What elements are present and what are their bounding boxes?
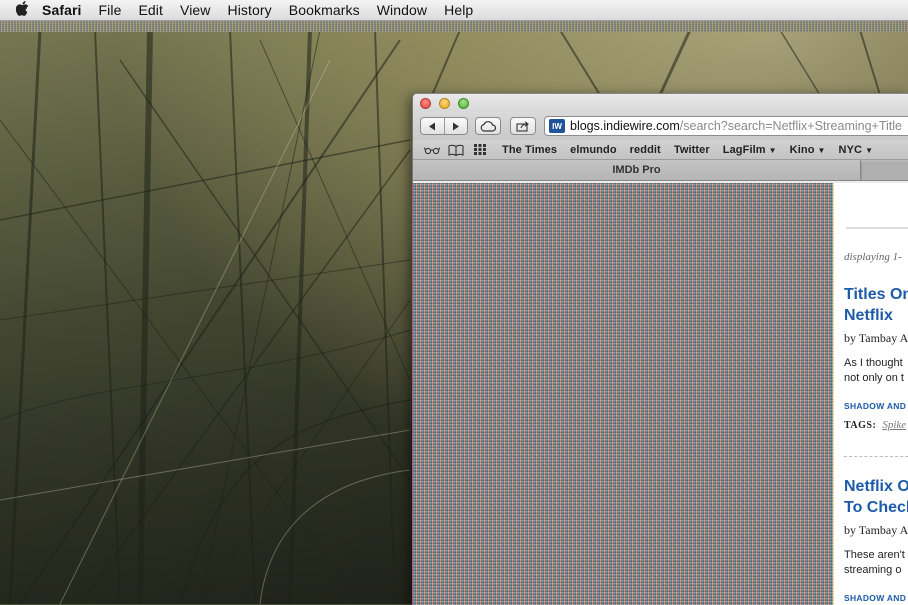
post-title-line2[interactable]: To Check bbox=[844, 497, 908, 518]
post-byline: by Tambay A bbox=[844, 331, 908, 345]
bookmark-elmundo[interactable]: elmundo bbox=[570, 144, 617, 156]
tag-link[interactable]: Spike bbox=[882, 419, 906, 431]
divider bbox=[846, 227, 908, 229]
tab-imdb-pro[interactable]: IMDb Pro bbox=[413, 160, 861, 180]
back-forward-group bbox=[420, 117, 468, 135]
search-results-column: displaying 1- Titles On Netflix by Tamba… bbox=[833, 183, 908, 605]
close-button[interactable] bbox=[420, 98, 431, 109]
menu-view[interactable]: View bbox=[180, 2, 211, 18]
cloud-icon bbox=[480, 120, 496, 132]
chevron-down-icon: ▼ bbox=[865, 145, 874, 155]
post-byline: by Tambay A bbox=[844, 523, 908, 537]
window-titlebar[interactable] bbox=[413, 94, 908, 112]
back-arrow-icon bbox=[429, 122, 436, 130]
tags-label: TAGS: bbox=[844, 420, 877, 431]
post-excerpt-line2: streaming o bbox=[844, 564, 902, 576]
browser-toolbar: IW blogs.indiewire.com/search?search=Net… bbox=[413, 112, 908, 140]
chevron-down-icon: ▼ bbox=[817, 145, 826, 155]
corrupted-image-region bbox=[413, 183, 833, 605]
bookmark-folder-kino[interactable]: Kino ▼ bbox=[790, 144, 826, 156]
post-category[interactable]: SHADOW AND bbox=[844, 401, 906, 411]
address-bar[interactable]: IW blogs.indiewire.com/search?search=Net… bbox=[544, 116, 908, 136]
post-category[interactable]: SHADOW AND bbox=[844, 593, 906, 603]
top-sites-icon[interactable] bbox=[471, 144, 489, 155]
web-content: displaying 1- Titles On Netflix by Tamba… bbox=[413, 183, 908, 605]
post-divider bbox=[844, 456, 908, 457]
results-count-label: displaying 1- bbox=[844, 251, 902, 263]
share-button[interactable] bbox=[510, 117, 536, 135]
post-excerpt-line1: These aren't bbox=[844, 549, 905, 561]
menu-window[interactable]: Window bbox=[377, 2, 427, 18]
menu-app-name[interactable]: Safari bbox=[42, 2, 82, 18]
bookmark-the-times[interactable]: The Times bbox=[502, 144, 557, 156]
bookmarks-icon[interactable] bbox=[447, 144, 465, 156]
safari-window: IW blogs.indiewire.com/search?search=Net… bbox=[412, 93, 908, 605]
url-path: /search?search=Netflix+Streaming+Title bbox=[679, 119, 902, 133]
menu-help[interactable]: Help bbox=[444, 2, 473, 18]
icloud-tabs-button[interactable] bbox=[475, 117, 501, 135]
bookmarks-bar: The Times elmundo reddit Twitter LagFilm… bbox=[413, 140, 908, 160]
forward-button[interactable] bbox=[443, 118, 468, 134]
post-excerpt-line1: As I thought bbox=[844, 357, 903, 369]
post-title-line1[interactable]: Netflix O bbox=[844, 476, 908, 497]
bookmark-reddit[interactable]: reddit bbox=[630, 144, 661, 156]
menu-history[interactable]: History bbox=[228, 2, 272, 18]
apple-icon[interactable] bbox=[12, 1, 32, 19]
back-button[interactable] bbox=[421, 118, 444, 134]
menu-file[interactable]: File bbox=[99, 2, 122, 18]
zoom-button[interactable] bbox=[458, 98, 469, 109]
menubar-shadow bbox=[0, 20, 908, 32]
minimize-button[interactable] bbox=[439, 98, 450, 109]
menu-bar: Safari File Edit View History Bookmarks … bbox=[0, 0, 908, 21]
share-icon bbox=[516, 121, 529, 132]
post-title-line2[interactable]: Netflix bbox=[844, 305, 893, 326]
bookmark-folder-lagfilm[interactable]: LagFilm ▼ bbox=[723, 144, 777, 156]
tab-bar: IMDb Pro bbox=[413, 160, 908, 181]
post-tags: TAGS: Spike bbox=[844, 419, 906, 431]
url-host: blogs.indiewire.com bbox=[570, 119, 680, 133]
menu-edit[interactable]: Edit bbox=[138, 2, 163, 18]
post-excerpt-line2: not only on t bbox=[844, 372, 904, 384]
reading-list-icon[interactable] bbox=[423, 146, 441, 154]
bookmark-folder-label: NYC bbox=[838, 143, 863, 156]
bookmark-twitter[interactable]: Twitter bbox=[674, 144, 710, 156]
site-favicon: IW bbox=[549, 119, 565, 133]
forward-arrow-icon bbox=[452, 122, 459, 130]
bookmark-folder-nyc[interactable]: NYC ▼ bbox=[839, 144, 874, 156]
bookmark-folder-label: LagFilm bbox=[722, 143, 766, 156]
post-title-line1[interactable]: Titles On bbox=[844, 284, 908, 305]
tab-other[interactable] bbox=[861, 162, 908, 180]
bookmark-folder-label: Kino bbox=[789, 143, 815, 156]
chevron-down-icon: ▼ bbox=[768, 145, 777, 155]
menu-bookmarks[interactable]: Bookmarks bbox=[289, 2, 360, 18]
